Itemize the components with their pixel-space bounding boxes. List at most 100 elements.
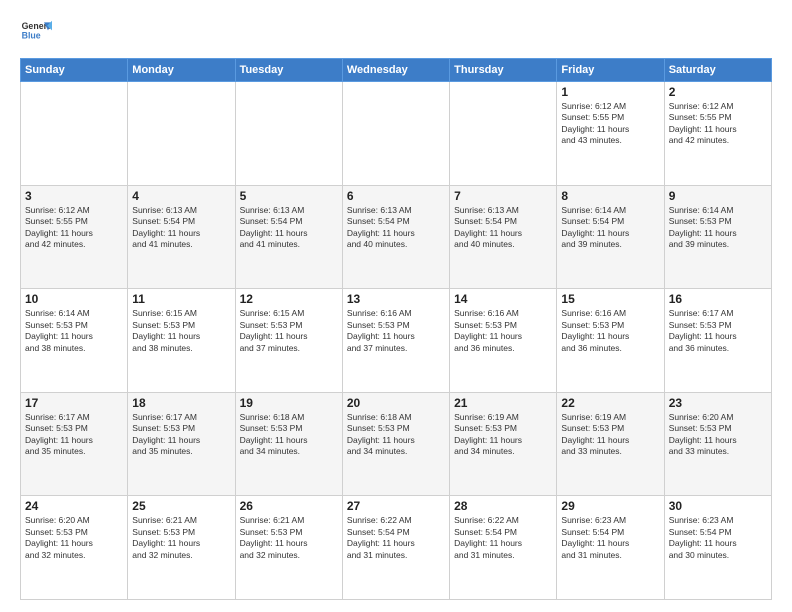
day-cell: 19 Sunrise: 6:18 AM Sunset: 5:53 PM Dayli… [235, 392, 342, 496]
day-info: Sunrise: 6:13 AM Sunset: 5:54 PM Dayligh… [347, 205, 445, 251]
weekday-header-monday: Monday [128, 59, 235, 82]
day-cell: 12 Sunrise: 6:15 AM Sunset: 5:53 PM Dayli… [235, 289, 342, 393]
day-info: Sunrise: 6:15 AM Sunset: 5:53 PM Dayligh… [240, 308, 338, 354]
day-cell [235, 82, 342, 186]
day-cell: 14 Sunrise: 6:16 AM Sunset: 5:53 PM Dayli… [450, 289, 557, 393]
day-info: Sunrise: 6:22 AM Sunset: 5:54 PM Dayligh… [454, 515, 552, 561]
day-number: 16 [669, 292, 767, 306]
day-cell: 29 Sunrise: 6:23 AM Sunset: 5:54 PM Dayli… [557, 496, 664, 600]
day-cell: 15 Sunrise: 6:16 AM Sunset: 5:53 PM Dayli… [557, 289, 664, 393]
day-cell: 9 Sunrise: 6:14 AM Sunset: 5:53 PM Daylig… [664, 185, 771, 289]
day-info: Sunrise: 6:13 AM Sunset: 5:54 PM Dayligh… [132, 205, 230, 251]
day-number: 9 [669, 189, 767, 203]
day-number: 28 [454, 499, 552, 513]
day-cell: 2 Sunrise: 6:12 AM Sunset: 5:55 PM Daylig… [664, 82, 771, 186]
day-cell: 3 Sunrise: 6:12 AM Sunset: 5:55 PM Daylig… [21, 185, 128, 289]
day-number: 24 [25, 499, 123, 513]
day-info: Sunrise: 6:14 AM Sunset: 5:53 PM Dayligh… [669, 205, 767, 251]
day-cell: 1Sunrise: 6:12 AM Sunset: 5:55 PM Daylig… [557, 82, 664, 186]
day-info: Sunrise: 6:18 AM Sunset: 5:53 PM Dayligh… [240, 412, 338, 458]
day-cell: 6Sunrise: 6:13 AM Sunset: 5:54 PM Daylig… [342, 185, 449, 289]
day-info: Sunrise: 6:17 AM Sunset: 5:53 PM Dayligh… [669, 308, 767, 354]
day-info: Sunrise: 6:17 AM Sunset: 5:53 PM Dayligh… [132, 412, 230, 458]
day-number: 26 [240, 499, 338, 513]
day-cell: 16 Sunrise: 6:17 AM Sunset: 5:53 PM Dayli… [664, 289, 771, 393]
day-cell: 8 Sunrise: 6:14 AM Sunset: 5:54 PM Daylig… [557, 185, 664, 289]
day-cell [21, 82, 128, 186]
header: General Blue [20, 16, 772, 48]
day-cell: 21Sunrise: 6:19 AM Sunset: 5:53 PM Dayli… [450, 392, 557, 496]
day-cell [450, 82, 557, 186]
day-cell: 4 Sunrise: 6:13 AM Sunset: 5:54 PM Daylig… [128, 185, 235, 289]
day-info: Sunrise: 6:15 AM Sunset: 5:53 PM Dayligh… [132, 308, 230, 354]
day-number: 7 [454, 189, 552, 203]
day-info: Sunrise: 6:12 AM Sunset: 5:55 PM Dayligh… [25, 205, 123, 251]
day-info: Sunrise: 6:23 AM Sunset: 5:54 PM Dayligh… [561, 515, 659, 561]
logo: General Blue [20, 16, 52, 48]
day-info: Sunrise: 6:14 AM Sunset: 5:54 PM Dayligh… [561, 205, 659, 251]
svg-text:Blue: Blue [22, 30, 41, 40]
day-info: Sunrise: 6:16 AM Sunset: 5:53 PM Dayligh… [454, 308, 552, 354]
weekday-header-thursday: Thursday [450, 59, 557, 82]
weekday-header-tuesday: Tuesday [235, 59, 342, 82]
day-cell: 17Sunrise: 6:17 AM Sunset: 5:53 PM Dayli… [21, 392, 128, 496]
day-info: Sunrise: 6:23 AM Sunset: 5:54 PM Dayligh… [669, 515, 767, 561]
day-info: Sunrise: 6:21 AM Sunset: 5:53 PM Dayligh… [240, 515, 338, 561]
weekday-header-row: SundayMondayTuesdayWednesdayThursdayFrid… [21, 59, 772, 82]
day-number: 19 [240, 396, 338, 410]
day-number: 4 [132, 189, 230, 203]
weekday-header-wednesday: Wednesday [342, 59, 449, 82]
day-cell: 23 Sunrise: 6:20 AM Sunset: 5:53 PM Dayli… [664, 392, 771, 496]
day-number: 14 [454, 292, 552, 306]
day-cell: 5Sunrise: 6:13 AM Sunset: 5:54 PM Daylig… [235, 185, 342, 289]
week-row-5: 24 Sunrise: 6:20 AM Sunset: 5:53 PM Dayli… [21, 496, 772, 600]
day-info: Sunrise: 6:18 AM Sunset: 5:53 PM Dayligh… [347, 412, 445, 458]
day-number: 20 [347, 396, 445, 410]
day-cell: 10Sunrise: 6:14 AM Sunset: 5:53 PM Dayli… [21, 289, 128, 393]
day-number: 12 [240, 292, 338, 306]
week-row-3: 10Sunrise: 6:14 AM Sunset: 5:53 PM Dayli… [21, 289, 772, 393]
day-cell: 13Sunrise: 6:16 AM Sunset: 5:53 PM Dayli… [342, 289, 449, 393]
day-info: Sunrise: 6:12 AM Sunset: 5:55 PM Dayligh… [561, 101, 659, 147]
day-number: 8 [561, 189, 659, 203]
day-info: Sunrise: 6:13 AM Sunset: 5:54 PM Dayligh… [454, 205, 552, 251]
day-info: Sunrise: 6:21 AM Sunset: 5:53 PM Dayligh… [132, 515, 230, 561]
day-info: Sunrise: 6:14 AM Sunset: 5:53 PM Dayligh… [25, 308, 123, 354]
day-number: 22 [561, 396, 659, 410]
day-cell: 7 Sunrise: 6:13 AM Sunset: 5:54 PM Daylig… [450, 185, 557, 289]
day-number: 18 [132, 396, 230, 410]
day-number: 25 [132, 499, 230, 513]
day-info: Sunrise: 6:16 AM Sunset: 5:53 PM Dayligh… [347, 308, 445, 354]
day-number: 23 [669, 396, 767, 410]
day-cell [342, 82, 449, 186]
weekday-header-saturday: Saturday [664, 59, 771, 82]
day-cell: 30Sunrise: 6:23 AM Sunset: 5:54 PM Dayli… [664, 496, 771, 600]
day-cell: 18 Sunrise: 6:17 AM Sunset: 5:53 PM Dayli… [128, 392, 235, 496]
day-cell: 11Sunrise: 6:15 AM Sunset: 5:53 PM Dayli… [128, 289, 235, 393]
logo-icon: General Blue [20, 16, 52, 48]
day-number: 2 [669, 85, 767, 99]
day-cell: 20 Sunrise: 6:18 AM Sunset: 5:53 PM Dayli… [342, 392, 449, 496]
day-info: Sunrise: 6:16 AM Sunset: 5:53 PM Dayligh… [561, 308, 659, 354]
day-cell: 24 Sunrise: 6:20 AM Sunset: 5:53 PM Dayli… [21, 496, 128, 600]
weekday-header-sunday: Sunday [21, 59, 128, 82]
day-info: Sunrise: 6:20 AM Sunset: 5:53 PM Dayligh… [25, 515, 123, 561]
day-info: Sunrise: 6:12 AM Sunset: 5:55 PM Dayligh… [669, 101, 767, 147]
day-number: 3 [25, 189, 123, 203]
day-cell: 25 Sunrise: 6:21 AM Sunset: 5:53 PM Dayli… [128, 496, 235, 600]
week-row-4: 17 Sunrise: 6:17 AM Sunset: 5:53 PM Dayli… [21, 392, 772, 496]
day-cell: 26 Sunrise: 6:21 AM Sunset: 5:53 PM Dayli… [235, 496, 342, 600]
calendar: SundayMondayTuesdayWednesdayThursdayFrid… [20, 58, 772, 600]
weekday-header-friday: Friday [557, 59, 664, 82]
day-number: 5 [240, 189, 338, 203]
page: General Blue SundayMondayTuesdayWednesda… [0, 0, 792, 612]
day-info: Sunrise: 6:22 AM Sunset: 5:54 PM Dayligh… [347, 515, 445, 561]
day-info: Sunrise: 6:19 AM Sunset: 5:53 PM Dayligh… [561, 412, 659, 458]
day-number: 29 [561, 499, 659, 513]
day-info: Sunrise: 6:19 AM Sunset: 5:53 PM Dayligh… [454, 412, 552, 458]
week-row-1: 1Sunrise: 6:12 AM Sunset: 5:55 PM Daylig… [21, 82, 772, 186]
day-number: 15 [561, 292, 659, 306]
day-number: 17 [25, 396, 123, 410]
day-cell [128, 82, 235, 186]
day-info: Sunrise: 6:20 AM Sunset: 5:53 PM Dayligh… [669, 412, 767, 458]
